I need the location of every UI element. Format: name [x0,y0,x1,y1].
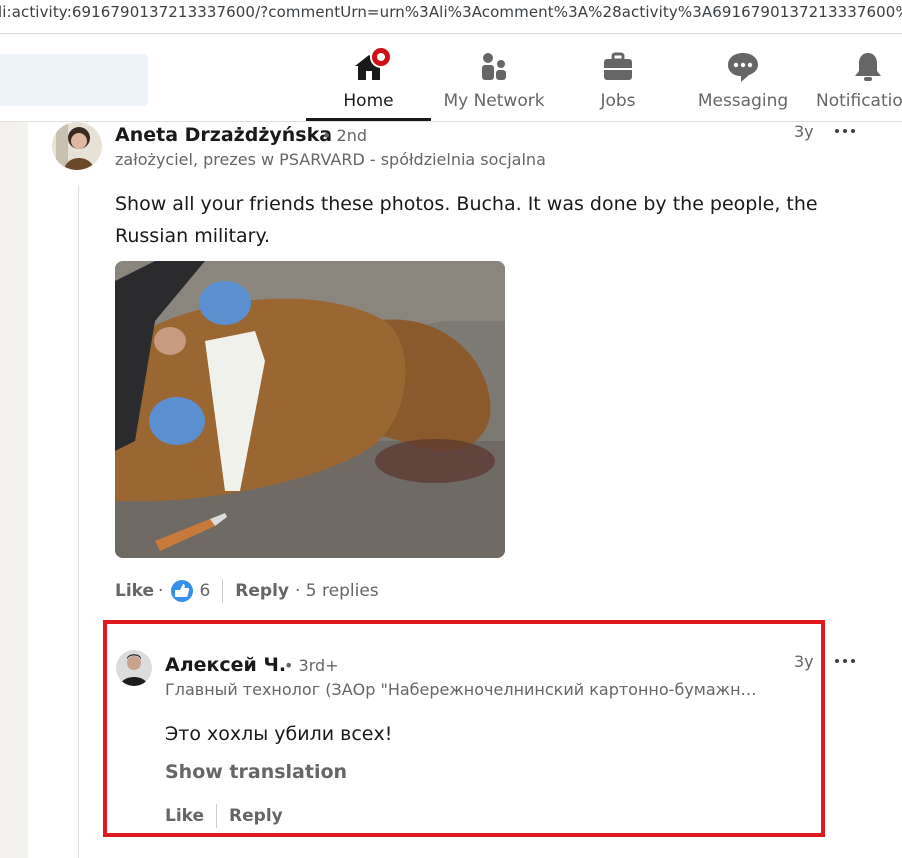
notification-dot [370,46,392,68]
nav-item-my-network[interactable]: My Network [432,46,556,121]
active-indicator [306,118,431,121]
nav-item-jobs[interactable]: Jobs [556,46,680,121]
reply-text: Это хохлы убили всех! [165,723,393,745]
comment-image[interactable] [115,261,505,558]
browser-url-bar[interactable]: li:activity:6916790137213337600/?comment… [0,0,902,34]
avatar[interactable] [52,122,102,170]
reply-actions: Like Reply [165,803,283,829]
like-button[interactable]: Like [115,581,154,601]
reply-avatar[interactable] [116,650,152,686]
reply-timestamp: 3y [794,652,814,671]
replies-count[interactable]: · 5 replies [295,581,379,601]
comment-author-name[interactable]: Aneta Drzażdżyńska [115,124,332,146]
connection-degree: • 2nd [322,126,367,145]
more-options-button[interactable] [833,121,857,141]
avatar-photo [52,122,102,170]
divider [222,579,224,603]
reply-author-headline: Главный технолог (ЗАОр "Набережночелнинс… [165,680,757,699]
messaging-icon [728,53,758,82]
nav-label-notifications: Notifications [816,91,902,111]
like-reaction-icon[interactable] [171,580,194,602]
nav-item-home[interactable]: Home [306,46,431,121]
nav-label-jobs: Jobs [600,91,636,111]
thumbs-up-icon [175,584,190,597]
nav-item-notifications[interactable]: Notifications [806,46,902,121]
connection-degree: • 3rd+ [284,656,339,675]
comment-text: Show all your friends these photos. Buch… [115,193,818,247]
reply-more-options-button[interactable] [833,651,857,671]
comment-actions: Like · 6 Reply · 5 replies [115,578,379,604]
reply-reply-button[interactable]: Reply [229,806,283,826]
author-headline: założyciel, prezes w PSARVARD - spółdzie… [115,150,546,169]
reply-like-button[interactable]: Like [165,806,204,826]
reply-button[interactable]: Reply [235,581,289,601]
avatar-photo [116,650,152,686]
briefcase-icon [604,52,632,80]
reaction-count[interactable]: 6 [199,581,210,601]
nav-label-home: Home [343,91,394,111]
dot-separator: · [158,581,164,601]
thread-line [78,185,79,858]
nav-item-messaging[interactable]: Messaging [680,46,806,121]
divider [216,804,218,828]
comment-timestamp: 3y [794,122,814,141]
global-nav: Home My Network Jobs Messaging Notificat… [0,34,902,122]
show-translation-button[interactable]: Show translation [165,761,347,783]
bell-icon [855,53,881,81]
nav-label-messaging: Messaging [697,91,789,111]
search-input[interactable] [0,54,148,106]
nav-label-my-network: My Network [443,91,545,111]
network-icon [482,53,506,80]
url-text[interactable]: li:activity:6916790137213337600/?comment… [0,3,902,21]
reply-author-name[interactable]: Алексей Ч. [165,654,286,676]
photo-illustration [115,261,505,558]
